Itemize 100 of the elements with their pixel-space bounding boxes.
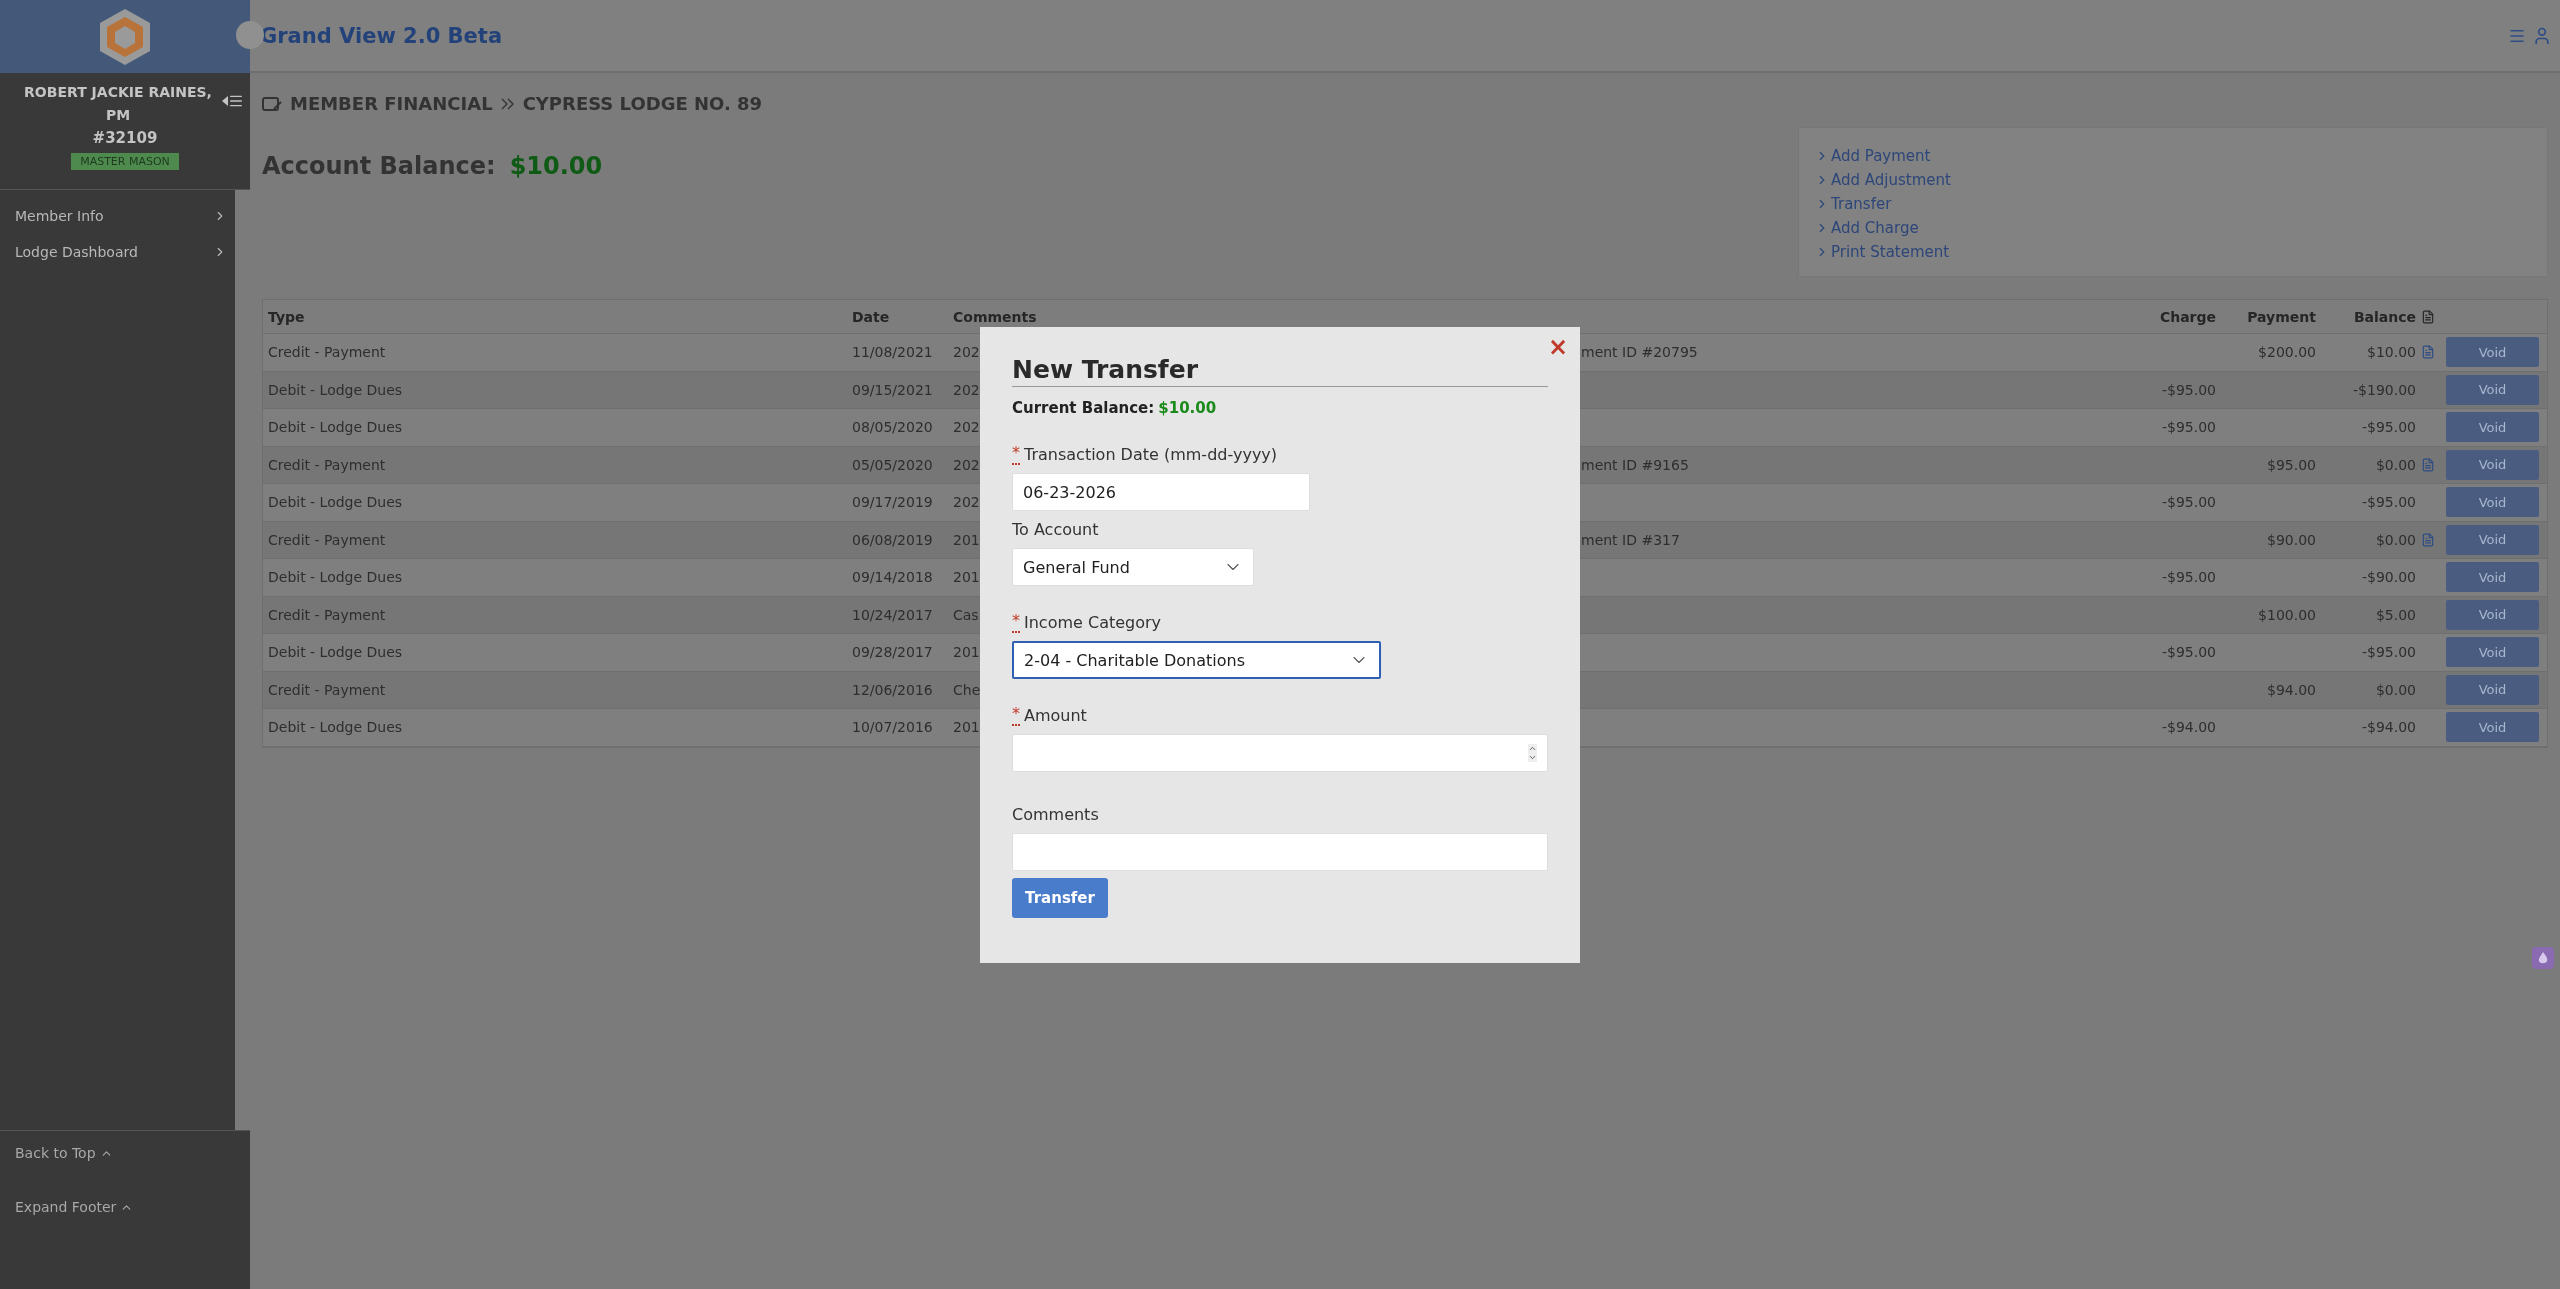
void-button[interactable]: Void [2446, 412, 2539, 443]
select-field[interactable]: 2-04 - Charitable Donations [1012, 641, 1381, 679]
table-cell-text: 202 [952, 456, 981, 473]
table-cell-text: -$95.00 [2360, 419, 2417, 436]
receipt-icon[interactable] [2421, 457, 2435, 472]
table-cell-text: Debit - Lodge Dues [267, 569, 404, 586]
table-cell-text: $200.00 [2257, 344, 2317, 361]
table-cell-text: 10/07/2016 [851, 719, 934, 736]
field-label: Amount [1024, 706, 1087, 726]
action-link[interactable]: Add Charge [1815, 216, 1919, 240]
collapse-knob[interactable] [236, 21, 264, 49]
required-mark: * [1012, 445, 1020, 465]
table-cell-text: 12/06/2016 [851, 681, 934, 698]
table-cell-text: $95.00 [2266, 456, 2317, 473]
balance-label: Account Balance: [262, 152, 496, 180]
caret-left-icon [222, 96, 228, 106]
table-cell-text: $0.00 [2374, 531, 2417, 548]
table-cell-text: 201 [952, 719, 981, 736]
action-link[interactable]: Transfer [1815, 192, 1892, 216]
field-label: Transaction Date (mm-dd-yyyy) [1024, 445, 1278, 465]
void-button[interactable]: Void [2446, 374, 2539, 405]
table-cell-text: 09/17/2019 [851, 494, 934, 511]
table-cell-text: -$95.00 [2160, 569, 2217, 586]
column-header: Date [851, 308, 891, 325]
money-tag-icon [262, 96, 282, 111]
close-button[interactable]: × [1547, 333, 1568, 361]
table-cell-text: -$90.00 [2360, 569, 2417, 586]
field-label: Comments [1012, 805, 1099, 825]
table-cell-text: ment ID #317 [1580, 531, 1681, 548]
action-link[interactable]: Print Statement [1815, 240, 1950, 264]
table-cell-text: -$95.00 [2160, 494, 2217, 511]
breadcrumb-item: CYPRESS LODGE NO. 89 [522, 93, 763, 114]
breadcrumb-item: MEMBER FINANCIAL [290, 93, 493, 114]
table-cell-text: $0.00 [2374, 456, 2417, 473]
field-label: Income Category [1024, 613, 1162, 633]
table-cell-text: $5.00 [2374, 606, 2417, 623]
sidebar-item[interactable]: Member Info [0, 198, 235, 234]
action-link[interactable]: Add Adjustment [1815, 168, 1951, 192]
column-header: Payment [2246, 308, 2317, 325]
dialog-title: New Transfer [1012, 355, 1548, 387]
table-cell-text: 05/05/2020 [851, 456, 934, 473]
input-field[interactable]: 06-23-2026 [1012, 473, 1310, 511]
table-cell-text: 201 [952, 531, 981, 548]
widget-button[interactable] [2532, 947, 2554, 969]
table-cell-text: 201 [952, 644, 981, 661]
table-cell-text: -$95.00 [2360, 494, 2417, 511]
table-cell-text: Cas [952, 606, 980, 623]
select-field[interactable]: General Fund [1012, 548, 1254, 586]
void-button[interactable]: Void [2446, 562, 2539, 593]
table-cell-text: -$95.00 [2160, 419, 2217, 436]
void-button[interactable]: Void [2446, 637, 2539, 668]
column-header: Comments [952, 308, 1038, 325]
table-cell-text: Debit - Lodge Dues [267, 644, 404, 661]
spinner-icon[interactable] [1528, 744, 1537, 762]
column-header: Balance [2352, 308, 2417, 325]
void-button[interactable]: Void [2446, 337, 2539, 368]
void-button[interactable]: Void [2446, 712, 2539, 743]
table-cell-text: Credit - Payment [267, 456, 387, 473]
table-cell-text: 201 [952, 569, 981, 586]
table-cell-text: 08/05/2020 [851, 419, 934, 436]
table-cell-text: -$94.00 [2160, 719, 2217, 736]
void-button[interactable]: Void [2446, 487, 2539, 518]
footer-link[interactable]: Expand Footer [15, 1199, 134, 1215]
input-field[interactable] [1012, 833, 1548, 871]
footer-link[interactable]: Back to Top [15, 1145, 113, 1161]
column-header: Charge [2158, 308, 2217, 325]
table-cell-text: $94.00 [2266, 681, 2317, 698]
table-cell-text: Credit - Payment [267, 531, 387, 548]
table-cell-text: Debit - Lodge Dues [267, 719, 404, 736]
sidebar-item[interactable]: Lodge Dashboard [0, 234, 235, 270]
receipt-icon[interactable] [2421, 532, 2435, 547]
sidebar-toggle[interactable] [222, 93, 244, 109]
user-icon[interactable] [2532, 25, 2552, 46]
required-mark: * [1012, 706, 1020, 726]
member-badge: MASTER MASON [71, 153, 179, 170]
action-link[interactable]: Add Payment [1815, 144, 1931, 168]
table-cell-text: 202 [952, 419, 981, 436]
receipt-icon[interactable] [2421, 345, 2435, 360]
table-cell-text: $10.00 [2366, 344, 2417, 361]
table-cell-text: 202 [952, 381, 981, 398]
table-cell-text: Credit - Payment [267, 606, 387, 623]
table-cell-text: Credit - Payment [267, 344, 387, 361]
current-balance-label: Current Balance: [1012, 399, 1155, 417]
table-cell-text: 09/14/2018 [851, 569, 934, 586]
void-button[interactable]: Void [2446, 449, 2539, 480]
table-cell-text: -$94.00 [2360, 719, 2417, 736]
table-cell-text: 11/08/2021 [851, 344, 934, 361]
table-cell-text: Credit - Payment [267, 681, 387, 698]
table-cell-text: Debit - Lodge Dues [267, 419, 404, 436]
table-cell-text: 06/08/2019 [851, 531, 934, 548]
number-field[interactable] [1012, 734, 1548, 772]
void-button[interactable]: Void [2446, 674, 2539, 705]
void-button[interactable]: Void [2446, 524, 2539, 555]
table-cell-text: 202 [952, 344, 981, 361]
current-balance-value: $10.00 [1158, 399, 1217, 417]
app-title: Grand View 2.0 Beta [260, 23, 503, 48]
transfer-button[interactable]: Transfer [1012, 878, 1108, 918]
table-cell-text: ment ID #9165 [1580, 456, 1690, 473]
table-cell-text: -$95.00 [2160, 381, 2217, 398]
void-button[interactable]: Void [2446, 599, 2539, 630]
